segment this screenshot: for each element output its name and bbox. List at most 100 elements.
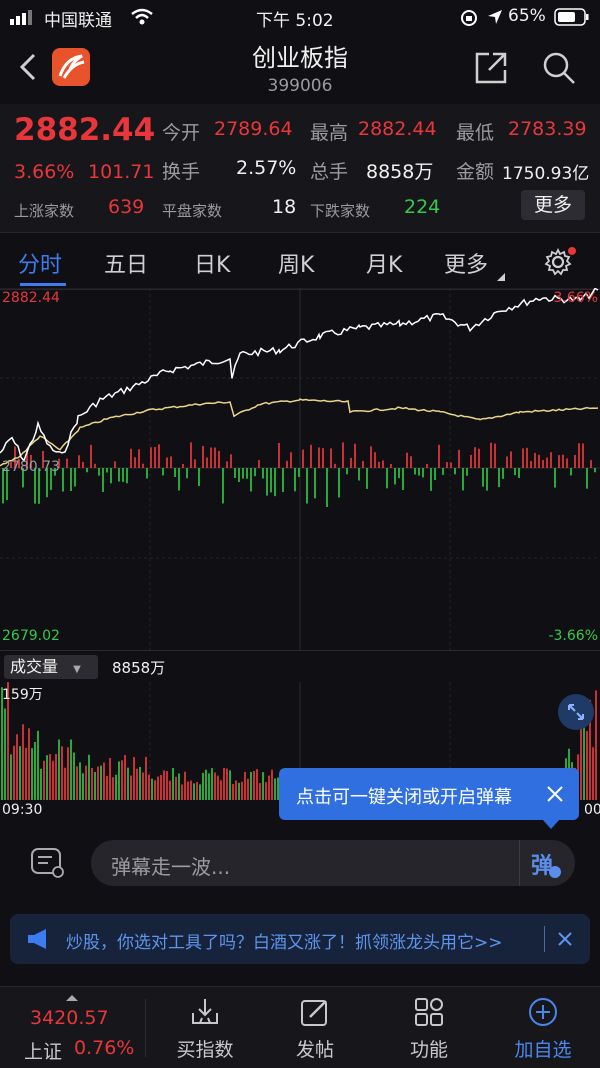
flow-bar [382,460,384,468]
flow-bar [466,468,468,476]
volume-header: 成交量 ▼ 8858万 [0,650,600,683]
tab-intraday[interactable]: 分时 [18,247,62,279]
volume-bar [178,773,180,800]
tab-weekly-k[interactable]: 周K [278,247,314,279]
tab-more[interactable]: 更多 [444,247,488,279]
volume-bar [106,775,108,800]
volume-bar [103,762,105,800]
chart-top-percent: 3.66% [553,290,598,306]
flow-bar [242,468,244,479]
volume-bar [91,767,93,800]
header: 创业板指 399006 [0,34,600,104]
volume-bar [46,755,48,800]
flow-bar [370,446,372,468]
volume-selector-label: 成交量 [10,657,59,676]
volume-bar [247,778,249,800]
chart-tabs: 分时 五日 日K 周K 月K 更多 [0,232,600,290]
flow-bar [462,468,464,491]
volume-bar [112,777,114,800]
flow-bar [114,461,116,468]
flow-bar [78,455,80,468]
functions-button[interactable]: 功能 [384,987,474,1068]
volume-bar [268,775,270,800]
volume-bar [19,746,21,800]
volume-bar [73,752,75,800]
grid-icon [414,997,444,1031]
volume-bar [25,747,27,800]
volume-bar [262,772,264,800]
volume-bar [130,775,132,800]
volume-bar [163,770,165,800]
flow-bar [210,447,212,468]
promo-banner[interactable]: 炒股，你选对工具了吗？白酒又涨了！抓领涨龙头用它>> [10,914,590,964]
volume-bar [151,778,153,800]
flow-bar [522,448,524,468]
edit-icon [300,997,330,1031]
volume-bar [148,774,150,800]
volume-scale: 159万 [2,687,43,703]
volume-bar [226,768,228,800]
danmu-list-icon[interactable] [30,846,66,884]
danmu-input[interactable]: 弹幕走一波... 弹 [91,840,575,886]
intraday-chart[interactable]: 2882.44 3.66% 2780.73 2679.02 -3.66% [0,287,600,650]
volume-bar [190,780,192,800]
nav-buy-index-label: 买指数 [176,1039,234,1061]
flow-bar [122,468,124,482]
volume-bar [70,739,72,800]
volume-bar [166,771,168,800]
flow-bar [206,457,208,468]
market-index-widget[interactable]: 3420.57 上证 0.76% [0,987,145,1068]
down-count: 224 [404,196,441,218]
download-tray-icon [189,997,221,1031]
flow-bar [98,468,100,476]
flow-bar [182,463,184,468]
flow-bar [410,456,412,468]
flow-bar [82,461,84,468]
flow-bar [130,448,132,468]
volume-bar [61,746,63,800]
volume-bar [592,747,594,800]
volume-bar [34,742,36,800]
flow-bar [590,460,592,468]
status-time: 下午 5:02 [256,11,334,31]
flow-bar [262,468,264,479]
volume-bar [157,776,159,800]
down-count-label: 下跌家数 [310,202,371,220]
flow-bar [246,468,248,479]
volume-bar [49,754,51,800]
tab-five-day[interactable]: 五日 [104,247,148,279]
flow-bar [190,442,192,468]
more-button[interactable]: 更多 [521,190,585,220]
tab-monthly-k[interactable]: 月K [366,247,402,279]
volume-bar [160,774,162,800]
flat-count-label: 平盘家数 [162,202,223,220]
check-icon [549,866,561,878]
carrier: 中国联通 [44,11,112,31]
close-icon[interactable] [545,784,565,808]
volume-bar [244,771,246,800]
add-watchlist-button[interactable]: 加自选 [498,987,588,1068]
post-button[interactable]: 发帖 [270,987,360,1068]
flow-bar [166,457,168,468]
search-icon[interactable] [541,50,577,90]
tab-daily-k[interactable]: 日K [194,247,230,279]
share-icon[interactable] [473,50,509,90]
index-name: 上证 [24,1041,63,1063]
volume-selector[interactable]: 成交量 ▼ [4,655,98,679]
flow-bar [326,468,328,507]
divider [519,840,520,886]
bottom-nav: 3420.57 上证 0.76% 买指数 发帖 功能 加自选 [0,986,600,1068]
volume-bar [205,769,207,800]
buy-index-button[interactable]: 买指数 [160,987,250,1068]
chart-top-price: 2882.44 [2,290,60,306]
flow-bar [454,468,456,475]
flow-bar [306,468,308,504]
flow-bar [174,468,176,477]
expand-icon[interactable] [558,694,594,730]
index-value: 3420.57 [30,1007,109,1029]
banner-close-icon[interactable] [557,931,573,951]
flow-bar [498,468,500,488]
volume-bar [4,708,6,800]
volume-bar [124,755,126,800]
chart-bottom-percent: -3.66% [548,628,598,644]
